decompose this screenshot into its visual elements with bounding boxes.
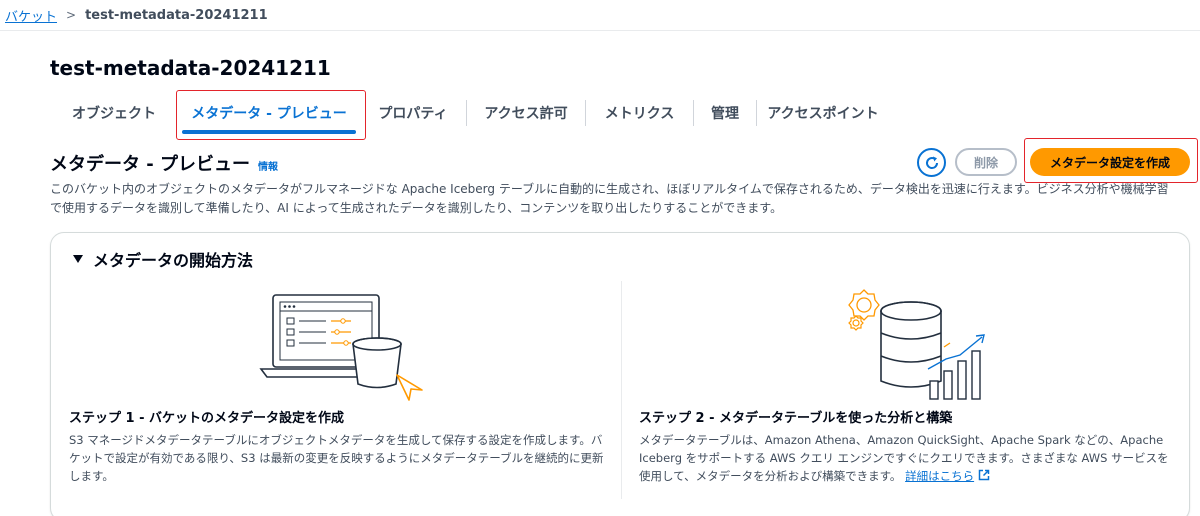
refresh-button[interactable] bbox=[917, 148, 946, 177]
tab-metadata-preview[interactable]: メタデータ - プレビュー bbox=[178, 92, 360, 134]
page-title: test-metadata-20241211 bbox=[50, 56, 331, 80]
create-metadata-config-button[interactable]: メタデータ設定を作成 bbox=[1030, 148, 1190, 176]
getting-started-panel: メタデータの開始方法 ステップ 1 - バケットのメタデータ設定を作成 S3 マ… bbox=[50, 232, 1190, 516]
refresh-icon bbox=[925, 156, 938, 169]
laptop-bucket-illustration bbox=[259, 294, 423, 401]
tab-bar: オブジェクト メタデータ - プレビュー プロパティ アクセス許可 メトリクス … bbox=[50, 92, 889, 134]
breadcrumb-current: test-metadata-20241211 bbox=[85, 7, 268, 23]
delete-button[interactable]: 削除 bbox=[955, 148, 1017, 176]
database-analytics-illustration bbox=[848, 289, 985, 400]
tab-metrics[interactable]: メトリクス bbox=[586, 92, 693, 134]
step1-description: S3 マネージドメタデータテーブルにオブジェクトメタデータを生成して保存する設定… bbox=[69, 433, 604, 483]
breadcrumb-separator: > bbox=[66, 8, 77, 22]
caret-down-icon bbox=[73, 255, 83, 263]
breadcrumb: バケット > test-metadata-20241211 bbox=[0, 0, 1200, 31]
step2-title: ステップ 2 - メタデータテーブルを使った分析と構築 bbox=[639, 411, 953, 426]
tab-access-points[interactable]: アクセスポイント bbox=[757, 92, 889, 134]
step2-description: メタデータテーブルは、Amazon Athena、Amazon QuickSig… bbox=[639, 431, 1174, 485]
step2-text: メタデータテーブルは、Amazon Athena、Amazon QuickSig… bbox=[639, 433, 1169, 483]
getting-started-title: メタデータの開始方法 bbox=[93, 251, 254, 270]
breadcrumb-buckets-link[interactable]: バケット bbox=[5, 6, 57, 25]
section-title: メタデータ - プレビュー bbox=[50, 154, 251, 175]
tab-properties[interactable]: プロパティ bbox=[360, 92, 466, 134]
tab-objects[interactable]: オブジェクト bbox=[50, 92, 178, 134]
external-link-icon[interactable] bbox=[978, 469, 990, 481]
info-link[interactable]: 情報 bbox=[258, 158, 278, 173]
column-divider bbox=[621, 281, 622, 499]
section-description: このバケット内のオブジェクトのメタデータがフルマネージドな Apache Ice… bbox=[50, 182, 1169, 215]
tab-management[interactable]: 管理 bbox=[694, 92, 756, 134]
step1-title: ステップ 1 - バケットのメタデータ設定を作成 bbox=[69, 411, 345, 426]
getting-started-toggle[interactable]: メタデータの開始方法 bbox=[73, 247, 253, 271]
tab-permissions[interactable]: アクセス許可 bbox=[467, 92, 585, 134]
section-header: メタデータ - プレビュー 情報 bbox=[50, 150, 278, 176]
learn-more-link[interactable]: 詳細はこちら bbox=[905, 469, 974, 483]
